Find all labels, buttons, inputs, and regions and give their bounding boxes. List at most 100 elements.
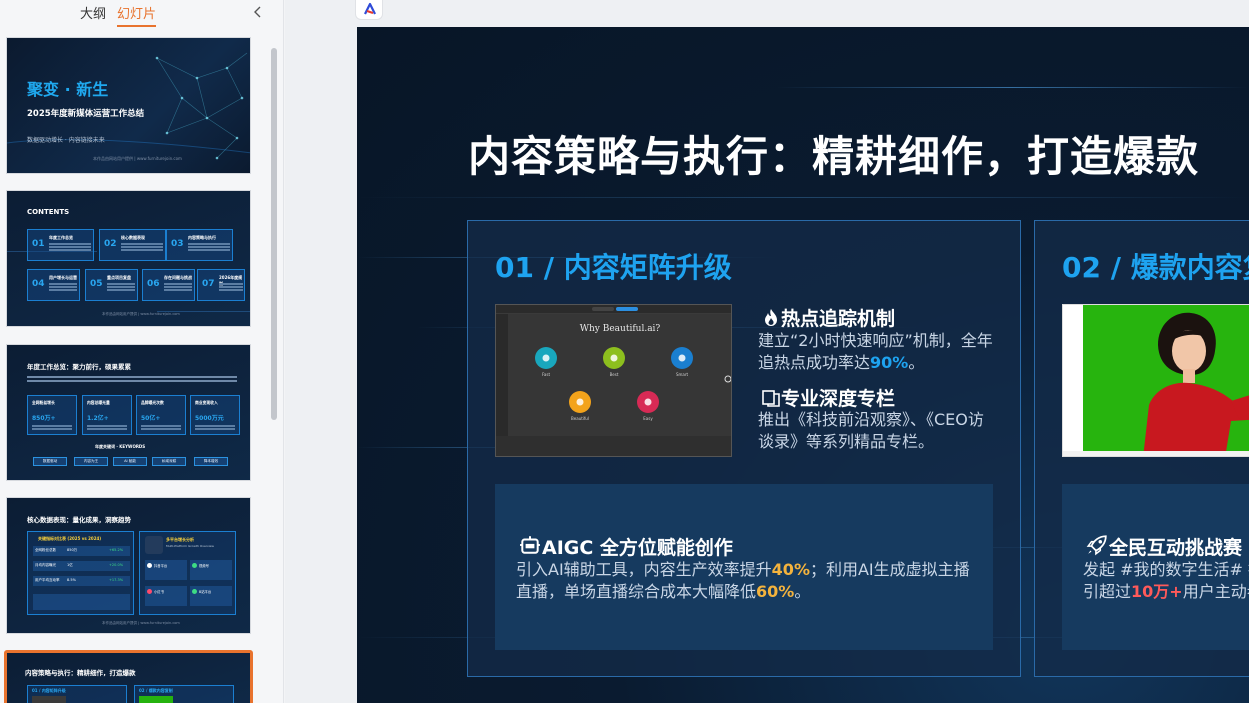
content-panel-2[interactable]: 02 / 爆款内容复 (1034, 220, 1249, 677)
screenshot-icon-label: Smart (676, 372, 689, 377)
next-arrow-icon (724, 375, 731, 383)
robot-icon (520, 536, 540, 554)
toolbar-chip (592, 307, 614, 311)
item-desc (107, 283, 135, 285)
panel-heading[interactable]: 02 / 爆款内容复 (1062, 246, 1249, 286)
desc-text: 引入AI辅助工具，内容生产效率提升 (516, 560, 772, 579)
table-title: 关键指标对比表 (2025 vs 2024) (38, 536, 102, 541)
row-change: +65.2% (109, 548, 124, 552)
ai-assistant-button[interactable] (355, 0, 383, 20)
presenter-photo[interactable] (1062, 304, 1249, 457)
panel-tabs: 大纲 幻灯片 (0, 0, 284, 27)
platform-item: 抖音平台 (145, 560, 187, 580)
contents-item: 05 重点项目复盘 (85, 269, 138, 301)
thumb-body-text (27, 376, 237, 378)
screenshot-icon-beautiful: Beautiful (569, 391, 591, 421)
feature-title[interactable]: 全民互动挑战赛 (1109, 533, 1242, 560)
slide-title[interactable]: 内容策略与执行：精耕细作，打造爆款 (468, 123, 1199, 184)
highlight-card[interactable]: AIGC 全方位赋能创作 引入AI辅助工具，内容生产效率提升40%；利用AI生成… (495, 484, 993, 650)
stat-value: 1.2亿+ (87, 415, 109, 422)
collapse-panel-button[interactable] (250, 4, 266, 20)
feature-description[interactable]: 推出《科技前沿观察》、《CEO访谈录》等系列精品专栏。 (758, 409, 998, 453)
presenter-illustration (1063, 305, 1249, 456)
item-number: 06 (147, 279, 160, 289)
row-value: 850万 (67, 548, 78, 552)
desc-text: 用户主动参 (1182, 582, 1249, 601)
network-decoration (7, 52, 250, 160)
highlight-card[interactable]: 全民互动挑战赛 发起 #我的数字生活# 挑引超过10万+用户主动参 (1062, 484, 1249, 650)
item-number: 04 (32, 279, 45, 289)
tab-slides[interactable]: 幻灯片 (117, 3, 157, 27)
contents-item: 06 存在问题与挑战 (142, 269, 195, 301)
item-number: 02 (104, 239, 117, 249)
panel-heading[interactable]: 01 / 内容矩阵升级 (495, 246, 732, 286)
thumb-photo (139, 696, 173, 703)
scrollbar-thumb[interactable] (271, 48, 277, 420)
desc-highlight: 90% (870, 353, 909, 372)
stat-card: 全网粉丝增长 850万+ (27, 395, 77, 435)
platform-label: 小红书 (154, 590, 164, 594)
slide-thumbnail-1[interactable]: 聚变 · 新生 2025年度新媒体运营工作总结 数据驱动增长 · 内容链接未来 … (6, 37, 251, 174)
feature-description[interactable]: 引入AI辅助工具，内容生产效率提升40%；利用AI生成虚拟主播直播，单场直播综合… (516, 559, 971, 603)
rocket-icon (1086, 535, 1107, 556)
row-label: 全网粉丝总数 (35, 548, 56, 552)
slide-navigator: 大纲 幻灯片 聚变 · 新生 2025年度新媒体运营工作总结 数据驱动增长 · … (0, 0, 284, 703)
platform-icon (192, 563, 197, 568)
feature-title[interactable]: 专业深度专栏 (781, 384, 895, 411)
content-panel-1[interactable]: 01 / 内容矩阵升级 Why Beautiful.ai? Fast Best Sm… (467, 220, 1021, 677)
row-label: 用户平均互动率 (35, 578, 60, 582)
slide-thumbnail-3[interactable]: 年度工作总览：聚力前行，硕果累累 全网粉丝增长 850万+ 内容总曝光量 1.2亿+… (6, 344, 251, 481)
beautiful-ai-screenshot[interactable]: Why Beautiful.ai? Fast Best Smart Beautiful… (495, 304, 732, 457)
screenshot-icon-label: Best (610, 372, 619, 377)
feature-description[interactable]: 建立“2小时快速响应”机制，全年追热点成功率达90%。 (758, 330, 998, 374)
item-number: 01 (32, 239, 45, 249)
thumb-panel-right: 02 / 爆款内容复制 (134, 685, 234, 703)
row-label: 月均内容曝光 (35, 563, 56, 567)
platform-label: B站平台 (199, 590, 212, 594)
platform-item: 视频号 (190, 560, 232, 580)
stat-card: 内容总曝光量 1.2亿+ (82, 395, 132, 435)
chevron-left-icon (254, 6, 261, 18)
panel-title: 多平台增长分析 (166, 537, 194, 542)
feature-title[interactable]: AIGC 全方位赋能创作 (542, 533, 733, 560)
desc-highlight: 60% (756, 582, 795, 601)
stat-label: 全网粉丝增长 (32, 400, 55, 405)
light-streak (357, 197, 1249, 198)
book-icon (762, 390, 780, 407)
thumbnail-scrollbar[interactable] (270, 36, 278, 703)
keyword-pill: 内容为王 (74, 457, 108, 466)
desc-highlight: 40% (771, 560, 810, 579)
platform-item: B站平台 (190, 586, 232, 606)
fire-icon (765, 309, 777, 326)
thumb-platform-panel: 多平台增长分析 Multi-Platform Growth Overview 抖… (139, 531, 236, 615)
slide-thumbnail-2[interactable]: CONTENTS 01 年度工作总览 02 核心数据表现 03 内容策略与执行 04 用… (6, 190, 251, 327)
item-label: 年度工作总览 (49, 235, 73, 240)
slide-thumbnail-4[interactable]: 核心数据表现：量化成果，洞察趋势 关键指标对比表 (2025 vs 2024) … (6, 497, 251, 634)
tab-outline[interactable]: 大纲 (80, 3, 106, 22)
row-change: +17.3% (109, 578, 124, 582)
thumb-footer: 本作品由网站用户提供 | www.furniturejoin.com (93, 156, 182, 161)
thumb-panel-left: 01 / 内容矩阵升级 (27, 685, 127, 703)
item-desc (219, 283, 243, 285)
platform-label: 视频号 (199, 564, 209, 568)
table-row: 用户平均互动率 8.5% +17.3% (33, 576, 130, 586)
feature-description[interactable]: 发起 #我的数字生活# 挑引超过10万+用户主动参 (1083, 559, 1249, 603)
row-value: 8.5% (67, 578, 76, 582)
row-value: 1亿 (67, 563, 73, 567)
stat-value: 50亿+ (141, 415, 161, 422)
table-summary-row (33, 594, 130, 610)
contents-item: 02 核心数据表现 (99, 229, 166, 261)
slide-canvas[interactable]: 内容策略与执行：精耕细作，打造爆款 01 / 内容矩阵升级 Why Beauti… (357, 27, 1249, 703)
thumb-tagline: 数据驱动增长 · 内容链接未来 (27, 137, 105, 144)
toolbar-chip (616, 307, 638, 311)
slide-thumbnail-5[interactable]: 内容策略与执行：精耕细作，打造爆款 01 / 内容矩阵升级 02 / 爆款内容复… (4, 650, 253, 703)
thumb-footer: 本作品由网站用户提供 | www.furniturejoin.com (102, 621, 180, 625)
item-number: 05 (90, 279, 103, 289)
item-label: 重点项目复盘 (107, 275, 131, 280)
stat-card: 品牌曝光次数 50亿+ (136, 395, 186, 435)
thumb-subtitle: 2025年度新媒体运营工作总结 (27, 109, 145, 119)
contents-item: 04 用户增长与运营 (27, 269, 80, 301)
feature-title[interactable]: 热点追踪机制 (781, 304, 895, 331)
platform-logo-icon (145, 536, 163, 554)
thumb-screenshot (32, 696, 66, 703)
